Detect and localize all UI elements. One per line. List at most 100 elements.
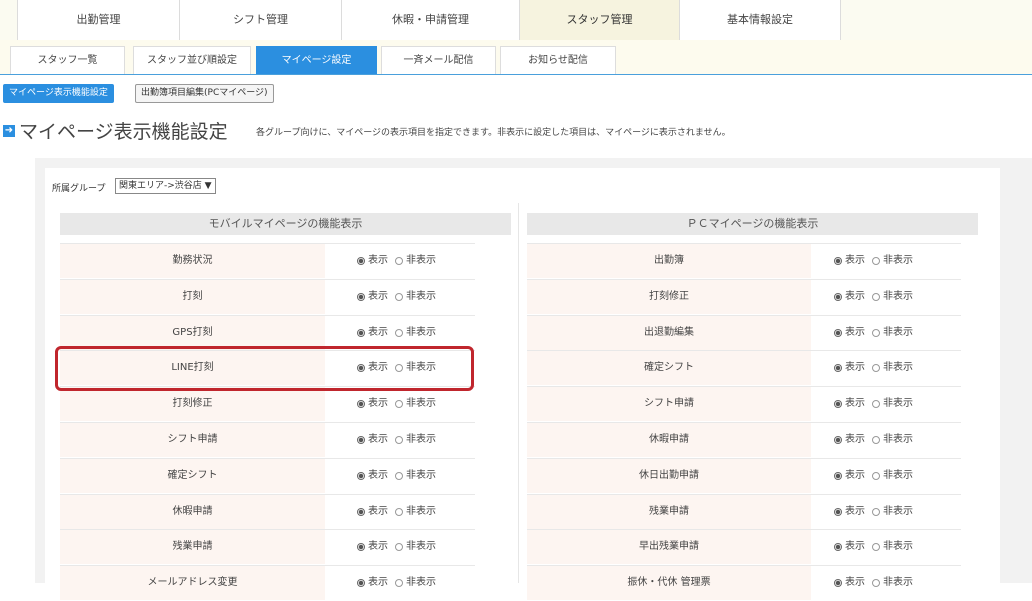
show-radio[interactable] xyxy=(834,257,842,265)
hide-label[interactable]: 非表示 xyxy=(406,470,436,481)
show-radio[interactable] xyxy=(834,436,842,444)
show-label[interactable]: 表示 xyxy=(845,506,865,517)
top-navigation: 出勤管理 シフト管理 休暇・申請管理 スタッフ管理 基本情報設定 xyxy=(0,0,1032,41)
show-radio[interactable] xyxy=(834,507,842,516)
hide-radio[interactable] xyxy=(872,543,880,552)
hide-label[interactable]: 非表示 xyxy=(883,398,913,409)
show-radio[interactable] xyxy=(357,507,365,516)
hide-radio[interactable] xyxy=(872,328,880,337)
show-radio[interactable] xyxy=(834,471,842,480)
hide-label[interactable]: 非表示 xyxy=(406,255,436,266)
pc-row: 出勤簿 表示 非表示 xyxy=(527,243,961,278)
show-label[interactable]: 表示 xyxy=(368,291,388,302)
nav-basic-settings[interactable]: 基本情報設定 xyxy=(679,0,841,40)
hide-radio[interactable] xyxy=(395,436,403,444)
show-radio[interactable] xyxy=(357,328,365,337)
pc-row: 残業申請 表示 非表示 xyxy=(527,493,961,529)
hide-label[interactable]: 非表示 xyxy=(883,291,913,302)
show-label[interactable]: 表示 xyxy=(368,327,388,338)
pc-row-options: 表示 非表示 xyxy=(834,316,920,350)
show-radio[interactable] xyxy=(357,579,365,588)
tab-staff-list[interactable]: スタッフ一覧 xyxy=(10,46,125,74)
tab-mypage-settings[interactable]: マイページ設定 xyxy=(256,46,377,74)
hide-label[interactable]: 非表示 xyxy=(406,327,436,338)
show-label[interactable]: 表示 xyxy=(368,541,388,552)
hide-label[interactable]: 非表示 xyxy=(883,434,913,445)
show-radio[interactable] xyxy=(834,364,842,373)
hide-radio[interactable] xyxy=(872,579,880,588)
hide-radio[interactable] xyxy=(395,507,403,516)
hide-label[interactable]: 非表示 xyxy=(406,398,436,409)
hide-label[interactable]: 非表示 xyxy=(883,327,913,338)
hide-radio[interactable] xyxy=(395,543,403,552)
show-radio[interactable] xyxy=(834,543,842,552)
hide-radio[interactable] xyxy=(395,328,403,337)
hide-label[interactable]: 非表示 xyxy=(406,434,436,445)
show-label[interactable]: 表示 xyxy=(845,434,865,445)
mobile-row: 打刻 表示 非表示 xyxy=(60,278,475,314)
hide-radio[interactable] xyxy=(395,257,403,265)
tab-notice[interactable]: お知らせ配信 xyxy=(500,46,616,74)
show-radio[interactable] xyxy=(834,579,842,588)
attendance-edit-button[interactable]: 出勤簿項目編集(PCマイページ) xyxy=(135,84,274,103)
hide-label[interactable]: 非表示 xyxy=(883,541,913,552)
pc-row-label: 打刻修正 xyxy=(527,279,811,314)
show-label[interactable]: 表示 xyxy=(845,541,865,552)
pc-row-label: 休日出勤申請 xyxy=(527,458,811,493)
group-select[interactable]: 関東エリア->渋谷店 ▼ xyxy=(115,178,216,194)
hide-radio[interactable] xyxy=(872,471,880,480)
show-label[interactable]: 表示 xyxy=(845,255,865,266)
show-label[interactable]: 表示 xyxy=(845,327,865,338)
hide-radio[interactable] xyxy=(872,292,880,301)
mobile-row-options: 表示 非表示 xyxy=(357,459,443,493)
pc-row-options: 表示 非表示 xyxy=(834,566,920,600)
show-radio[interactable] xyxy=(834,328,842,337)
pc-row-label: シフト申請 xyxy=(527,387,811,422)
nav-leave[interactable]: 休暇・申請管理 xyxy=(341,0,519,40)
show-label[interactable]: 表示 xyxy=(845,362,865,373)
show-label[interactable]: 表示 xyxy=(368,255,388,266)
hide-radio[interactable] xyxy=(872,507,880,516)
nav-attendance[interactable]: 出勤管理 xyxy=(17,0,179,40)
show-radio[interactable] xyxy=(357,400,365,409)
hide-radio[interactable] xyxy=(395,471,403,480)
nav-staff[interactable]: スタッフ管理 xyxy=(519,0,679,40)
show-label[interactable]: 表示 xyxy=(845,470,865,481)
mobile-row-options: 表示 非表示 xyxy=(357,495,443,529)
hide-label[interactable]: 非表示 xyxy=(883,470,913,481)
show-radio[interactable] xyxy=(834,292,842,301)
mobile-row-options: 表示 非表示 xyxy=(357,566,443,600)
show-radio[interactable] xyxy=(357,257,365,265)
show-radio[interactable] xyxy=(357,471,365,480)
show-label[interactable]: 表示 xyxy=(845,291,865,302)
hide-label[interactable]: 非表示 xyxy=(406,291,436,302)
show-label[interactable]: 表示 xyxy=(368,506,388,517)
show-label[interactable]: 表示 xyxy=(845,398,865,409)
show-radio[interactable] xyxy=(357,436,365,444)
tab-staff-order[interactable]: スタッフ並び順設定 xyxy=(133,46,251,74)
hide-label[interactable]: 非表示 xyxy=(883,255,913,266)
show-label[interactable]: 表示 xyxy=(368,434,388,445)
hide-radio[interactable] xyxy=(872,436,880,444)
tab-bulk-mail[interactable]: 一斉メール配信 xyxy=(381,46,496,74)
hide-label[interactable]: 非表示 xyxy=(883,362,913,373)
show-radio[interactable] xyxy=(357,543,365,552)
nav-shift[interactable]: シフト管理 xyxy=(179,0,341,40)
hide-radio[interactable] xyxy=(395,400,403,409)
show-label[interactable]: 表示 xyxy=(368,470,388,481)
hide-label[interactable]: 非表示 xyxy=(883,506,913,517)
hide-label[interactable]: 非表示 xyxy=(406,506,436,517)
column-divider xyxy=(518,203,519,583)
hide-radio[interactable] xyxy=(395,292,403,301)
show-label[interactable]: 表示 xyxy=(368,398,388,409)
hide-radio[interactable] xyxy=(872,400,880,409)
pc-row-options: 表示 非表示 xyxy=(834,280,920,314)
display-settings-button[interactable]: マイページ表示機能設定 xyxy=(3,84,114,103)
show-radio[interactable] xyxy=(357,292,365,301)
show-radio[interactable] xyxy=(834,400,842,409)
hide-radio[interactable] xyxy=(395,579,403,588)
hide-radio[interactable] xyxy=(872,257,880,265)
hide-label[interactable]: 非表示 xyxy=(406,541,436,552)
hide-radio[interactable] xyxy=(872,364,880,373)
pc-row: シフト申請 表示 非表示 xyxy=(527,386,961,422)
